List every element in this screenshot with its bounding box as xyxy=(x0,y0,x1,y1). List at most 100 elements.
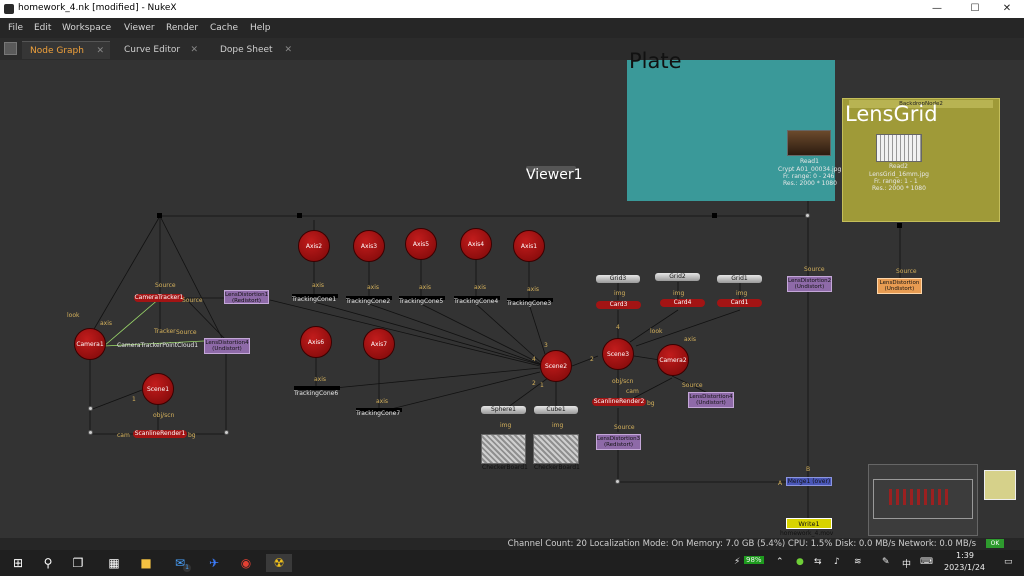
dot-node[interactable] xyxy=(712,213,717,218)
tab-node-graph[interactable]: Node Graph ✕ xyxy=(22,41,110,59)
dot-node[interactable] xyxy=(157,213,162,218)
battery-icon[interactable]: ⚡ xyxy=(734,557,740,567)
dot-node[interactable] xyxy=(88,406,93,411)
dot-node[interactable] xyxy=(897,223,902,228)
card3-node[interactable]: Card3 xyxy=(596,301,641,309)
axis3-node[interactable]: Axis3 xyxy=(353,230,385,262)
axis4-node[interactable]: Axis4 xyxy=(460,228,492,260)
tab-curve-editor[interactable]: Curve Editor ✕ xyxy=(116,41,204,59)
read1-name: Read1 xyxy=(800,158,819,165)
edge-label-img: img xyxy=(673,290,685,297)
windows-icon[interactable]: ⊞ xyxy=(8,554,28,572)
mail-badge: 1 xyxy=(183,564,191,572)
windows-taskbar: ⊞ ⚲ ❐ ▦ ■ ✉ 1 ✈ ◉ ☢ ⚡ 98% ⌃ ● ⇆ ♪ ≋ ✎ 中 ⌨… xyxy=(0,550,1024,576)
clock-time[interactable]: 1:39 xyxy=(956,551,974,560)
wechat-icon[interactable]: ● xyxy=(796,557,804,567)
merge1-node[interactable]: Merge1 (over) xyxy=(786,477,832,486)
chrome-icon[interactable]: ◉ xyxy=(236,554,256,572)
checkerboard1-node[interactable] xyxy=(481,434,526,464)
mail-icon[interactable]: ✉ 1 xyxy=(170,554,191,572)
nuke-app-icon xyxy=(4,4,14,14)
menu-render[interactable]: Render xyxy=(166,23,198,33)
axis6-node[interactable]: Axis6 xyxy=(300,326,332,358)
dot-node[interactable] xyxy=(224,430,229,435)
scene1-node[interactable]: Scene1 xyxy=(142,373,174,405)
card1-node[interactable]: Card1 xyxy=(717,299,762,307)
cube1-node[interactable]: Cube1 xyxy=(534,406,578,414)
close-icon[interactable]: ✕ xyxy=(190,41,198,59)
axis5-node[interactable]: Axis5 xyxy=(405,228,437,260)
write1-node[interactable]: Write1 xyxy=(786,518,832,529)
maximize-button[interactable]: ☐ xyxy=(958,0,992,18)
scanlinerender2-node[interactable]: ScanlineRender2 xyxy=(592,398,646,406)
menu-file[interactable]: File xyxy=(8,23,23,33)
cameratracker1-node[interactable]: CameraTracker1 xyxy=(134,294,184,302)
menu-viewer[interactable]: Viewer xyxy=(124,23,155,33)
tab-dope-sheet[interactable]: Dope Sheet ✕ xyxy=(212,41,298,59)
axis1-node[interactable]: Axis1 xyxy=(513,230,545,262)
edge-label-axis: axis xyxy=(527,286,540,293)
menu-cache[interactable]: Cache xyxy=(210,23,238,33)
notification-icon[interactable]: ▭ xyxy=(1004,557,1013,567)
edge-label-a: A xyxy=(778,480,783,487)
axis7-node[interactable]: Axis7 xyxy=(363,328,395,360)
search-icon[interactable]: ⚲ xyxy=(38,554,58,572)
read2-thumbnail[interactable] xyxy=(876,134,922,162)
lensdistortion4-undistort-node[interactable]: LensDistortion4 (Undistort) xyxy=(204,338,250,354)
keyboard-icon[interactable]: ⌨ xyxy=(920,557,933,567)
menu-help[interactable]: Help xyxy=(250,23,271,33)
feishu-icon[interactable]: ✈ xyxy=(204,554,224,572)
dot-node[interactable] xyxy=(88,430,93,435)
lensdistortion-undistort-node[interactable]: LensDistortion (Undistort) xyxy=(877,278,922,294)
dot-node[interactable] xyxy=(805,213,810,218)
edge-label-axis: axis xyxy=(474,284,487,291)
sphere1-node[interactable]: Sphere1 xyxy=(481,406,526,414)
speaker-icon[interactable]: ♪ xyxy=(834,557,840,567)
node-graph-canvas[interactable]: Plate BackdropNode2 LensGrid Viewer1 Rea… xyxy=(0,51,1024,538)
ime-indicator[interactable]: 中 xyxy=(902,557,911,570)
viewer-thumbnail[interactable] xyxy=(984,470,1016,500)
checkerboard1b-node[interactable] xyxy=(533,434,579,464)
trackingcone4-label: TrackingCone4 xyxy=(454,298,499,305)
task-view-icon[interactable]: ❐ xyxy=(68,554,88,572)
store-icon[interactable]: ▦ xyxy=(104,554,124,572)
card4-node[interactable]: Card4 xyxy=(660,299,705,307)
lensdistortion4b-undistort-node[interactable]: LensDistortion4 (Undistort) xyxy=(688,392,734,408)
status-bar: Channel Count: 20 Localization Mode: On … xyxy=(0,538,1024,550)
network-icon[interactable]: ⇆ xyxy=(814,557,822,567)
minimize-button[interactable]: — xyxy=(920,0,954,18)
camera2-node[interactable]: Camera2 xyxy=(657,344,689,376)
scanlinerender1-node[interactable]: ScanlineRender1 xyxy=(133,430,187,438)
menu-edit[interactable]: Edit xyxy=(34,23,51,33)
close-icon[interactable]: ✕ xyxy=(96,42,104,60)
menu-workspace[interactable]: Workspace xyxy=(62,23,111,33)
lensdistortion3-redistort-node[interactable]: LensDistortion3 (Redistort) xyxy=(596,434,641,450)
read1-file: Crypt A01_00034.jpg xyxy=(778,166,842,173)
grid1-node[interactable]: Grid1 xyxy=(717,275,762,283)
panel-menu-icon[interactable] xyxy=(4,42,17,55)
nuke-icon[interactable]: ☢ xyxy=(266,554,292,572)
node-graph-minimap[interactable] xyxy=(868,464,978,536)
dot-node[interactable] xyxy=(615,479,620,484)
edge-label-axis: axis xyxy=(312,282,325,289)
edge-label-2: 2 xyxy=(532,380,536,387)
dot-node[interactable] xyxy=(297,213,302,218)
axis2-node[interactable]: Axis2 xyxy=(298,230,330,262)
close-icon[interactable]: ✕ xyxy=(284,41,292,59)
wifi-icon[interactable]: ≋ xyxy=(854,557,862,567)
lensdistortion1-redistort-node[interactable]: LensDistortion1 (Redistort) xyxy=(224,290,269,304)
chevron-up-icon[interactable]: ⌃ xyxy=(776,557,784,567)
edge-label-b: B xyxy=(806,466,811,473)
close-window-button[interactable]: ✕ xyxy=(990,0,1024,18)
camera1-node[interactable]: Camera1 xyxy=(74,328,106,360)
scene3-node[interactable]: Scene3 xyxy=(602,338,634,370)
read1-thumbnail[interactable] xyxy=(787,130,831,156)
lensdistortion2-undistort-node[interactable]: LensDistortion2 (Undistort) xyxy=(787,276,832,292)
grid3-node[interactable]: Grid3 xyxy=(596,275,640,283)
grid2-node[interactable]: Grid2 xyxy=(655,273,700,281)
cameratrackerpointcloud1-node[interactable]: CameraTrackerPointCloud1 xyxy=(117,342,198,349)
scene2-node[interactable]: Scene2 xyxy=(540,350,572,382)
clock-date[interactable]: 2023/1/24 xyxy=(944,563,985,572)
pen-icon[interactable]: ✎ xyxy=(882,557,890,567)
explorer-icon[interactable]: ■ xyxy=(136,554,156,572)
